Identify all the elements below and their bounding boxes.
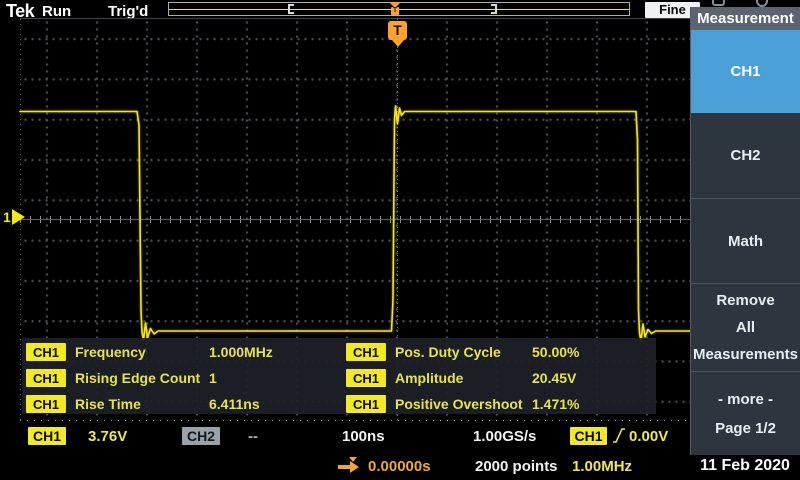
measurement-value: 1.471% (532, 396, 579, 412)
measurement-value: 1.000MHz (209, 344, 273, 360)
horizontal-position-readout: 0.00000s (368, 458, 431, 475)
sample-rate-readout: 1.00GS/s (473, 428, 536, 445)
ch2-badge: CH2 (182, 427, 220, 445)
trigger-t-badge: T (388, 21, 407, 40)
measurement-label: Pos. Duty Cycle (395, 344, 532, 360)
measurement-value: 1 (209, 370, 217, 386)
menu-item-ch1[interactable]: CH1 (691, 30, 800, 113)
menu-item-label: Measurements (693, 346, 798, 363)
record-view-trigger-marker-icon: T (388, 1, 402, 17)
measurement-label: Rising Edge Count (75, 370, 209, 386)
status-bar: CH1 3.76V CH2 -- 100ns 1.00GS/s CH1 0.00… (0, 422, 800, 480)
ch1-marker-arrow-icon (12, 209, 25, 225)
trigger-down-arrow-icon (392, 40, 404, 47)
ch2-scale-readout: -- (248, 428, 258, 445)
trigger-position-marker[interactable]: T (388, 21, 407, 40)
channel-badge: CH1 (346, 343, 386, 361)
channel-badge: CH1 (346, 369, 386, 387)
trigger-t-icon: T (391, 7, 399, 15)
measurement-label: Rise Time (75, 396, 209, 412)
menu-item-label: CH1 (730, 63, 760, 80)
channel-badge: CH1 (346, 395, 386, 413)
measurement-value: 20.45V (532, 370, 576, 386)
record-view-bar: T (168, 2, 630, 16)
partial-indicator-icon-right (756, 0, 768, 7)
menu-item-more-page[interactable]: - more - Page 1/2 (691, 371, 800, 455)
menu-item-ch2[interactable]: CH2 (691, 113, 800, 198)
measurement-row: CH1 Frequency 1.000MHz (26, 342, 340, 362)
menu-item-label: Remove (716, 292, 774, 309)
menu-item-label: All (736, 319, 755, 336)
oscilloscope-screen: Tek Run Trig'd T Fine T 1 CH1 (0, 0, 800, 480)
menu-item-label: Page 1/2 (715, 420, 776, 437)
menu-title: Measurement (691, 7, 800, 30)
measurement-row: CH1 Positive Overshoot 1.471% (346, 394, 652, 414)
measurement-label: Amplitude (395, 370, 532, 386)
trigger-frequency-readout: 1.00MHz (572, 458, 632, 475)
record-view-right-bracket (491, 4, 497, 14)
partial-indicator-icon-left (712, 0, 725, 6)
menu-item-label: - more - (718, 391, 773, 408)
timebase-readout: 100ns (342, 428, 385, 445)
horizontal-position-arrow-icon (338, 461, 360, 473)
measurement-row: CH1 Amplitude 20.45V (346, 368, 652, 388)
rising-edge-slope-icon (612, 427, 626, 444)
ch1-badge: CH1 (28, 427, 66, 445)
measurement-value: 6.411ns (209, 396, 260, 412)
measurement-label: Frequency (75, 344, 209, 360)
menu-item-label: Math (728, 233, 763, 250)
trigger-level-readout: 0.00V (629, 428, 668, 445)
ch1-ground-marker[interactable]: 1 (3, 209, 25, 225)
measurement-label: Positive Overshoot (395, 396, 532, 412)
measurement-row: CH1 Rise Time 6.411ns (26, 394, 340, 414)
channel-badge: CH1 (26, 343, 66, 361)
measurement-value: 50.00% (532, 344, 579, 360)
measurement-panel: CH1 Frequency 1.000MHz CH1 Rising Edge C… (22, 338, 656, 414)
menu-item-math[interactable]: Math (691, 198, 800, 283)
graticule-bottom-edge (20, 420, 690, 421)
ch1-scale-readout: 3.76V (88, 428, 127, 445)
center-horizontal-axis (20, 219, 690, 220)
record-length-readout: 2000 points (475, 458, 558, 475)
menu-item-remove-all-measurements[interactable]: Remove All Measurements (691, 283, 800, 371)
ch1-marker-label: 1 (3, 209, 11, 225)
measurement-menu: Measurement CH1 CH2 Math Remove All Meas… (690, 7, 800, 455)
measurement-row: CH1 Pos. Duty Cycle 50.00% (346, 342, 652, 362)
record-view-left-bracket (288, 4, 294, 14)
trigger-source-badge: CH1 (570, 427, 607, 445)
channel-badge: CH1 (26, 395, 66, 413)
menu-item-label: CH2 (730, 147, 760, 164)
channel-badge: CH1 (26, 369, 66, 387)
measurement-row: CH1 Rising Edge Count 1 (26, 368, 340, 388)
date-display: 11 Feb 2020 (690, 455, 800, 480)
